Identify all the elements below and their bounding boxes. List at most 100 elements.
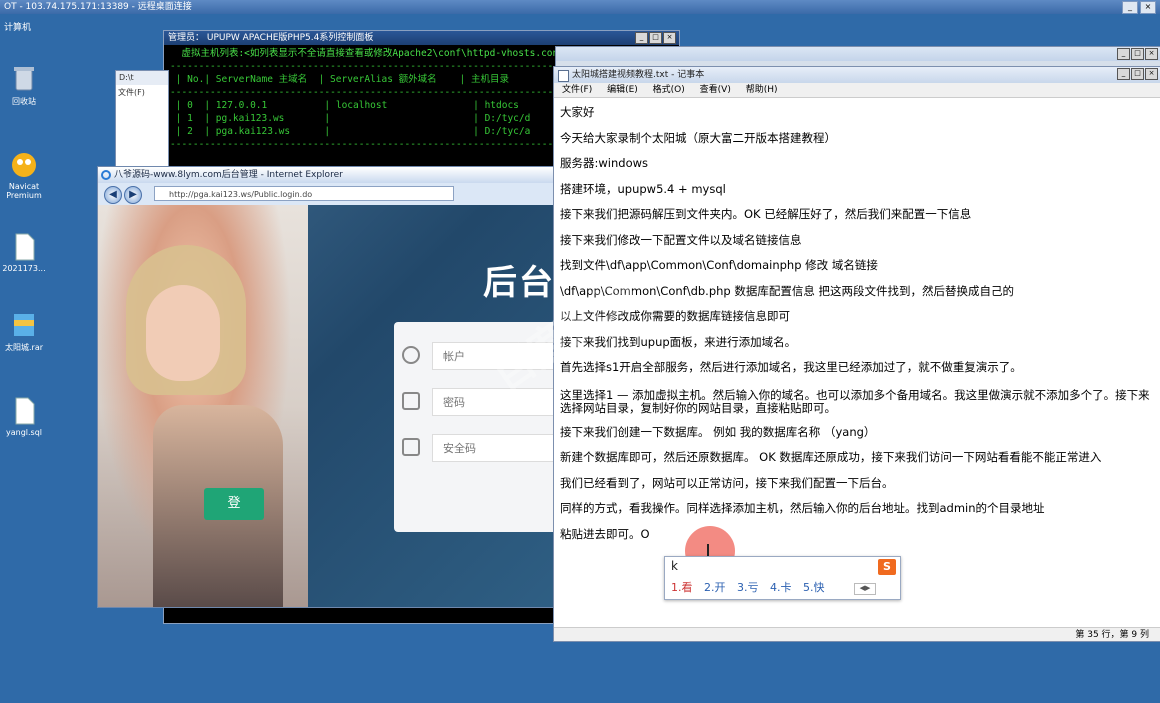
password-field[interactable] <box>402 388 563 416</box>
file-icon <box>10 396 38 426</box>
desktop-icon-rar[interactable]: 太阳城.rar <box>0 310 48 353</box>
text-line: 服务器:windows <box>560 156 648 170</box>
console-line: | 0 | 127.0.0.1 | localhost | htdocs <box>170 100 519 111</box>
ime-candidate[interactable]: 5.快 <box>803 581 825 594</box>
sogou-logo-icon: S <box>878 559 896 575</box>
hero-photo <box>98 205 308 607</box>
text-line: 接下来我们把源码解压到文件夹内。OK 已经解压好了，然后我们来配置一下信息 <box>560 207 972 221</box>
console-line: ----------------------------------------… <box>170 61 617 72</box>
maximize-button[interactable]: □ <box>1131 48 1144 60</box>
menu-format[interactable]: 格式(O) <box>653 85 685 95</box>
close-button[interactable]: × <box>1145 68 1158 80</box>
notepad-icon <box>558 70 569 82</box>
text-line: 今天给大家录制个太阳城（原大富二开版本搭建教程） <box>560 130 836 145</box>
rdp-titlebar: OT - 103.74.175.171:13389 - 远程桌面连接 _ × <box>0 0 1160 14</box>
text-line: 首先选择s1开启全部服务，然后进行添加域名，我这里已经添加过了，就不做重复演示了… <box>560 360 1022 374</box>
forward-button[interactable]: ▶ <box>124 186 142 204</box>
login-button[interactable]: 登 <box>204 488 264 520</box>
brand-title: 后台 <box>483 263 555 303</box>
console-line: | No.| ServerName 主域名 | ServerAlias 额外域名… <box>170 74 509 85</box>
desktop-icon-file[interactable]: 2021173... <box>0 232 48 273</box>
menu-file[interactable]: 文件(F) <box>562 85 592 95</box>
desktop-icon-label: Navicat Premium <box>6 182 42 200</box>
user-icon <box>402 346 420 364</box>
lock-icon <box>402 392 420 410</box>
text-line: 这里选择1 — 添加虚拟主机。然后输入你的域名。也可以添加多个备用域名。我这里做… <box>560 387 1150 415</box>
window-controls: _ □ × <box>1117 48 1158 60</box>
folder-title: D:\t <box>116 71 168 85</box>
ime-typed-text: k <box>671 559 678 573</box>
ime-page-arrows-icon[interactable]: ◀▶ <box>854 583 876 595</box>
menu-edit[interactable]: 编辑(E) <box>607 85 638 95</box>
text-line: 搭建环境，upupw5.4 + mysql <box>560 181 726 196</box>
console-window-controls: _ □ × <box>635 32 676 44</box>
minimize-button[interactable]: _ <box>635 32 648 44</box>
computer-icon-label[interactable]: 计算机 <box>4 20 31 33</box>
text-line: 粘贴进去即可。O <box>560 526 650 541</box>
text-line: 大家好 <box>560 105 595 119</box>
desktop-icon-label: yangl.sql <box>5 428 43 437</box>
ie-titlebar: 八爷源码-www.8lym.com后台管理 - Internet Explore… <box>98 167 563 183</box>
rdp-window-controls: _ × <box>1122 1 1156 14</box>
security-code-field[interactable] <box>402 434 563 462</box>
text-line: 找到文件\df\app\Common\Conf\domainphp 修改 域名链… <box>560 258 878 272</box>
desktop-icon-sql[interactable]: yangl.sql <box>0 396 48 437</box>
ie-logo-icon <box>101 170 111 180</box>
ime-candidate[interactable]: 3.亏 <box>737 581 759 594</box>
console-line: | 2 | pga.kai123.ws | | D:/tyc/a <box>170 126 531 137</box>
background-window-titlebar: _ □ × <box>556 47 1160 61</box>
recycle-bin-icon <box>10 64 38 94</box>
ie-title: 八爷源码-www.8lym.com后台管理 - Internet Explore… <box>114 170 343 180</box>
notepad-titlebar: 太阳城搭建视频教程.txt - 记事本 _ □ × <box>554 67 1160 83</box>
text-line: 我们已经看到了，网站可以正常访问，接下来我们配置一下后台。 <box>560 475 894 490</box>
desktop-icon-label: 2021173... <box>2 264 46 273</box>
menu-help[interactable]: 帮助(H) <box>746 85 778 95</box>
navicat-icon <box>10 150 38 180</box>
password-input[interactable] <box>432 388 563 416</box>
text-line: 新建个数据库即可，然后还原数据库。 OK 数据库还原成功，接下来我们访问一下网站… <box>560 450 1102 464</box>
console-line: 虚拟主机列表:<如列表显示不全请直接查看或修改Apache2\conf\http… <box>170 48 570 59</box>
console-title: 管理员： UPUPW APACHE版PHP5.4系列控制面板 <box>168 33 374 43</box>
maximize-button[interactable]: □ <box>649 32 662 44</box>
ime-candidate-popup: k S 1.看 2.开 3.亏 4.卡 5.快 ◀▶ <box>664 556 901 600</box>
desktop-icon-navicat[interactable]: Navicat Premium <box>0 150 48 200</box>
file-icon <box>10 232 38 262</box>
folder-menu-file[interactable]: 文件(F) <box>116 85 168 100</box>
rdp-title: OT - 103.74.175.171:13389 - 远程桌面连接 <box>4 2 192 12</box>
console-line: | 1 | pg.kai123.ws | | D:/tyc/d <box>170 113 531 124</box>
login-page: 后台 登 <box>98 205 563 607</box>
ime-candidate[interactable]: 2.开 <box>704 581 726 594</box>
security-code-input[interactable] <box>432 434 563 462</box>
ie-window: 八爷源码-www.8lym.com后台管理 - Internet Explore… <box>97 166 564 608</box>
close-button[interactable]: × <box>1145 48 1158 60</box>
status-bar: 第 35 行，第 9 列 <box>554 627 1160 641</box>
close-button[interactable]: × <box>1140 1 1156 14</box>
text-line: 接下来我们修改一下配置文件以及域名链接信息 <box>560 232 802 247</box>
notepad-menubar: 文件(F) 编辑(E) 格式(O) 查看(V) 帮助(H) <box>554 83 1160 98</box>
ime-candidate[interactable]: 4.卡 <box>770 581 792 594</box>
notepad-title: 太阳城搭建视频教程.txt - 记事本 <box>572 70 705 80</box>
menu-view[interactable]: 查看(V) <box>700 85 731 95</box>
console-titlebar: 管理员： UPUPW APACHE版PHP5.4系列控制面板 _ □ × <box>164 31 679 45</box>
ime-candidate[interactable]: 1.看 <box>671 581 693 594</box>
minimize-button[interactable]: _ <box>1122 1 1138 14</box>
ie-navbar: ◀ ▶ http://pga.kai123.ws/Public.login.do <box>98 183 563 206</box>
address-bar[interactable]: http://pga.kai123.ws/Public.login.do <box>154 186 454 201</box>
minimize-button[interactable]: _ <box>1117 48 1130 60</box>
desktop-icon-label: 太阳城.rar <box>4 343 44 352</box>
folder-window[interactable]: D:\t 文件(F) <box>115 70 169 172</box>
desktop-icon-recycle-bin[interactable]: 回收站 <box>0 64 48 107</box>
text-line: 接下来我们找到upup面板，来进行添加域名。 <box>560 334 797 349</box>
back-button[interactable]: ◀ <box>104 186 122 204</box>
text-line: 接下来我们创建一下数据库。 例如 我的数据库名称 （yang） <box>560 424 876 439</box>
notepad-window-controls: _ □ × <box>1117 68 1158 80</box>
lock-icon <box>402 438 420 456</box>
notepad-text-area[interactable]: 大家好 今天给大家录制个太阳城（原大富二开版本搭建教程） 服务器:windows… <box>554 98 1160 549</box>
text-line: \df\app\Common\Conf\db.php 数据库配置信息 把这两段文… <box>560 283 1015 298</box>
text-line: 同样的方式，看我操作。同样选择添加主机，然后输入你的后台地址。找到admin的个… <box>560 501 1045 515</box>
desktop-icon-label: 回收站 <box>12 97 36 106</box>
ime-candidates: 1.看 2.开 3.亏 4.卡 5.快 <box>671 579 833 595</box>
minimize-button[interactable]: _ <box>1117 68 1130 80</box>
maximize-button[interactable]: □ <box>1131 68 1144 80</box>
close-button[interactable]: × <box>663 32 676 44</box>
